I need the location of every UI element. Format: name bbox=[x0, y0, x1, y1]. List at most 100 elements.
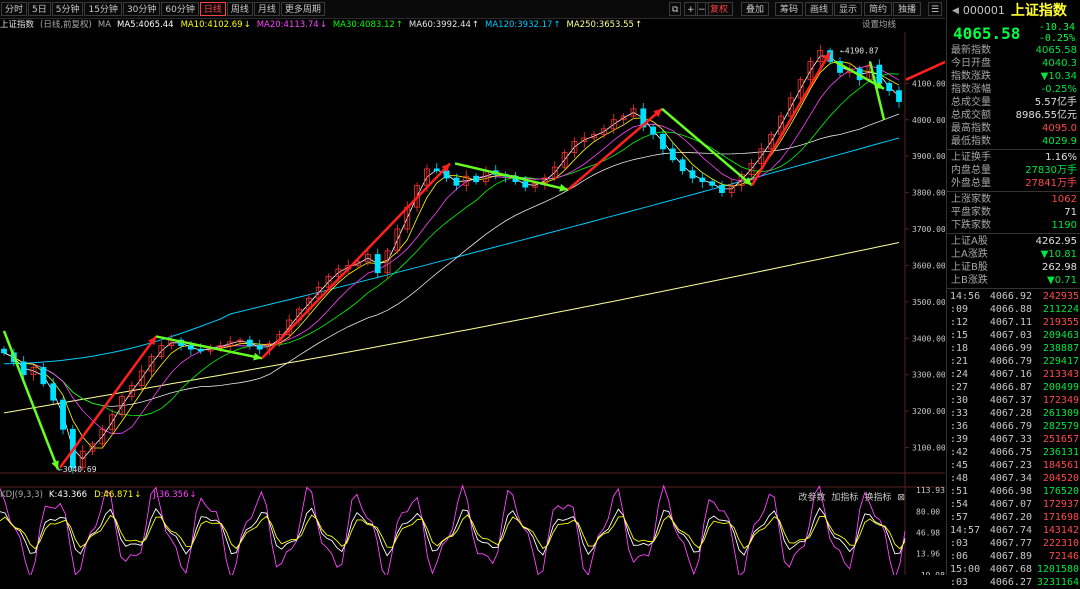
stat-row: 今日开盘 4040.3 bbox=[947, 57, 1080, 70]
tick-volume: 143142 bbox=[1042, 525, 1079, 536]
candle bbox=[40, 366, 47, 385]
stat-label: 上证换手 bbox=[951, 152, 991, 163]
tick-price: 4067.03 bbox=[989, 330, 1032, 341]
ma-arrow: ↓ bbox=[243, 20, 251, 30]
stat-value: ▼10.81 bbox=[1040, 249, 1077, 260]
kdj-button-1[interactable]: 加指标 bbox=[831, 493, 858, 503]
tick-time: :33 bbox=[950, 408, 969, 419]
ma-item-0: MA5:4065.44 bbox=[117, 20, 175, 30]
tick-row: :03 4067.77 222310 bbox=[947, 537, 1080, 550]
period-tab-1[interactable]: 5日 bbox=[28, 2, 51, 16]
tick-row: :06 4067.89 72146 bbox=[947, 550, 1080, 563]
ma-item-5: MA120:3932.17↑ bbox=[485, 20, 561, 30]
y-axis-label: 3700.00 bbox=[912, 225, 945, 234]
tick-time: :18 bbox=[950, 343, 969, 354]
kdj-button-2[interactable]: 换指标 bbox=[864, 493, 891, 503]
tick-row: :09 4066.88 211224 bbox=[947, 303, 1080, 316]
tick-price: 4067.11 bbox=[989, 317, 1032, 328]
stat-row: 上证换手 1.16% bbox=[947, 151, 1080, 164]
kdj-item-0: K:43.366 bbox=[49, 490, 88, 500]
stat-label: 今日开盘 bbox=[951, 58, 991, 69]
tick-time: :51 bbox=[950, 486, 969, 497]
ma-item-3: MA30:4083.12↑ bbox=[333, 20, 403, 30]
tick-time: 14:56 bbox=[950, 291, 981, 302]
stat-label: 总成交量 bbox=[951, 97, 991, 108]
toolbar-button-3[interactable]: 画线 bbox=[805, 2, 834, 16]
toolbar-button-1[interactable]: 叠加 bbox=[741, 2, 770, 16]
tick-row: :15 4067.03 209463 bbox=[947, 329, 1080, 342]
stat-label: 总成交额 bbox=[951, 110, 991, 121]
chart-area[interactable]: 4100.00 4000.00 3900.00 3800.00 3700.00 3600.… bbox=[0, 18, 945, 575]
menu-icon[interactable]: ☰ bbox=[928, 2, 943, 16]
tick-time: :21 bbox=[950, 356, 969, 367]
period-tab-2[interactable]: 5分钟 bbox=[51, 2, 84, 16]
period-tab-9[interactable]: 更多周期 bbox=[280, 2, 325, 16]
tick-volume: 172349 bbox=[1042, 395, 1079, 406]
toolbar-button-4[interactable]: 显示 bbox=[834, 2, 863, 16]
y-axis-label: 3600.00 bbox=[912, 261, 945, 270]
tick-time: 14:57 bbox=[950, 525, 981, 536]
stat-value: 1.16% bbox=[1045, 152, 1077, 163]
stat-row: 最新指数 4065.58 bbox=[947, 44, 1080, 57]
stat-label: 上证A股 bbox=[951, 236, 988, 247]
period-tab-5[interactable]: 60分钟 bbox=[161, 2, 199, 16]
y-axis-label: 3400.00 bbox=[912, 334, 945, 343]
period-tab-6[interactable]: 日线 bbox=[199, 2, 226, 16]
stat-row: 外盘总量 27841万手 bbox=[947, 177, 1080, 190]
ma-item-4: MA60:3992.44↑ bbox=[409, 20, 479, 30]
layers-icon[interactable]: ⧉ bbox=[669, 2, 682, 16]
tick-volume: 184561 bbox=[1042, 460, 1079, 471]
period-tab-4[interactable]: 30分钟 bbox=[122, 2, 161, 16]
ma120-line bbox=[3, 137, 900, 365]
stat-row: 总成交额 8986.55亿元 bbox=[947, 109, 1080, 122]
tick-price: 4067.74 bbox=[989, 525, 1032, 536]
candle bbox=[650, 126, 657, 135]
stat-label: 指数涨跌 bbox=[951, 71, 991, 82]
period-tab-0[interactable]: 分时 bbox=[1, 2, 28, 16]
stat-row: 内盘总量 27830万手 bbox=[947, 164, 1080, 177]
candle bbox=[699, 177, 706, 183]
tick-row: :36 4066.79 282579 bbox=[947, 420, 1080, 433]
ma-value: MA120:3932.17 bbox=[485, 20, 553, 30]
toolbar-button-0[interactable]: 复权 bbox=[705, 2, 734, 16]
kdj-y-label: 46.98 bbox=[916, 528, 940, 537]
tick-price: 4066.27 bbox=[989, 577, 1032, 588]
toolbar-button-6[interactable]: 独播 bbox=[893, 2, 922, 16]
trend-arrow-up bbox=[261, 162, 451, 360]
tick-time: :06 bbox=[950, 551, 969, 562]
tick-row: 14:57 4067.74 143142 bbox=[947, 524, 1080, 537]
stat-label: 上A涨跌 bbox=[951, 249, 988, 260]
minus-icon[interactable]: − bbox=[695, 2, 709, 16]
nav-left-icon[interactable]: ◀ bbox=[952, 0, 959, 22]
ma-value: MA5:4065.44 bbox=[117, 20, 174, 30]
toolbar-button-5[interactable]: 简约 bbox=[864, 2, 893, 16]
close-icon[interactable]: ⊠ bbox=[897, 493, 905, 503]
tick-volume: 1201580 bbox=[1036, 564, 1079, 575]
ma-label: MA bbox=[97, 20, 112, 30]
y-axis-label: 4100.00 bbox=[912, 79, 945, 88]
tick-price: 4067.33 bbox=[989, 434, 1032, 445]
candle bbox=[522, 181, 529, 188]
tick-time: :15 bbox=[950, 330, 969, 341]
candle bbox=[660, 133, 666, 150]
tick-time: :03 bbox=[950, 538, 969, 549]
tick-volume: 238887 bbox=[1042, 343, 1079, 354]
period-tab-7[interactable]: 周线 bbox=[226, 2, 253, 16]
stat-value: ▼10.34 bbox=[1040, 71, 1077, 82]
candle bbox=[374, 254, 381, 274]
kdj-y-label: 13.96 bbox=[916, 549, 940, 558]
trend-arrow-up bbox=[567, 107, 663, 191]
toolbar-button-2[interactable]: 筹码 bbox=[775, 2, 804, 16]
tick-price: 4067.68 bbox=[989, 564, 1032, 575]
tick-row: :12 4067.11 219355 bbox=[947, 316, 1080, 329]
candle bbox=[896, 90, 902, 102]
stat-value: 4029.9 bbox=[1042, 136, 1077, 147]
ma-settings-button[interactable]: 设置均线 bbox=[862, 18, 896, 32]
period-tab-3[interactable]: 15分钟 bbox=[84, 2, 122, 16]
period-tab-8[interactable]: 月线 bbox=[253, 2, 280, 16]
kdj-button-0[interactable]: 改参数 bbox=[798, 493, 825, 503]
tick-list: 14:56 4066.92 242935:09 4066.88 211224:12 406… bbox=[947, 290, 1080, 589]
kdj-arrow: ↓ bbox=[189, 490, 197, 500]
divider bbox=[947, 149, 1080, 150]
tick-volume: 204520 bbox=[1042, 473, 1079, 484]
